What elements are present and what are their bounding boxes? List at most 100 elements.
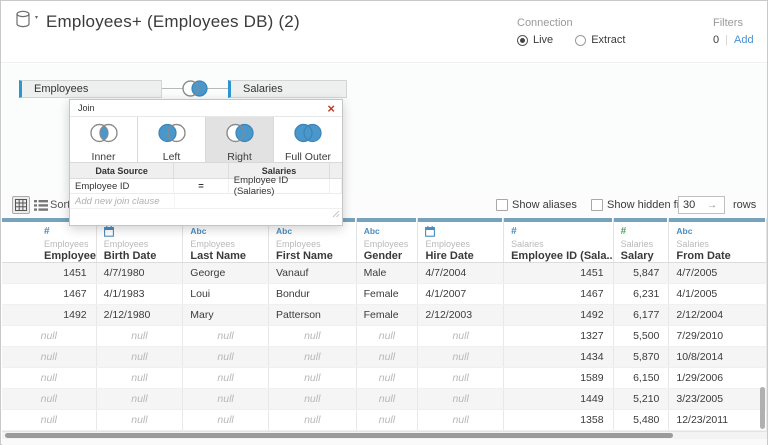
grid-cell[interactable]: null [269, 368, 357, 388]
grid-cell[interactable]: null [97, 347, 184, 367]
grid-cell[interactable]: null [418, 347, 504, 367]
grid-cell[interactable]: Patterson [269, 305, 357, 325]
grid-cell[interactable]: null [357, 347, 419, 367]
grid-cell[interactable]: George [183, 263, 269, 283]
radio-extract-icon[interactable] [575, 34, 587, 46]
grid-cell[interactable]: null [183, 410, 269, 430]
grid-cell[interactable]: 2/12/2003 [418, 305, 505, 325]
grid-cell[interactable]: 6,150 [614, 368, 670, 388]
grid-cell[interactable]: 5,847 [614, 263, 670, 283]
add-join-clause-placeholder[interactable]: Add new join clause [70, 194, 175, 208]
datasource-menu-caret-icon[interactable]: ▾ [35, 14, 38, 21]
grid-cell[interactable]: 1589 [504, 368, 614, 388]
grid-cell[interactable]: 1434 [504, 347, 614, 367]
column-header-employee-id-sala[interactable]: # Salaries Employee ID (Sala... [504, 218, 614, 262]
grid-cell[interactable]: null [183, 326, 269, 346]
grid-cell[interactable]: null [183, 347, 269, 367]
grid-cell[interactable]: null [97, 410, 184, 430]
grid-cell[interactable]: null [2, 389, 97, 409]
grid-cell[interactable]: null [2, 326, 97, 346]
grid-cell[interactable]: 4/1/2005 [669, 284, 767, 304]
grid-cell[interactable]: null [2, 347, 97, 367]
grid-cell[interactable]: 1358 [504, 410, 614, 430]
grid-cell[interactable]: null [357, 368, 419, 388]
canvas-table-salaries[interactable]: Salaries [228, 80, 347, 98]
grid-cell[interactable]: Vanauf [269, 263, 357, 283]
radio-option-extract[interactable]: Extract [575, 34, 625, 46]
grid-cell[interactable]: 1492 [504, 305, 614, 325]
grid-cell[interactable]: 5,480 [614, 410, 670, 430]
grid-cell[interactable]: 6,231 [614, 284, 670, 304]
grid-cell[interactable]: Female [357, 305, 419, 325]
grid-view-button[interactable] [12, 196, 30, 214]
grid-cell[interactable]: 1327 [504, 326, 614, 346]
grid-cell[interactable]: null [269, 389, 357, 409]
grid-cell[interactable]: 1467 [2, 284, 97, 304]
grid-cell[interactable]: 1492 [2, 305, 97, 325]
grid-cell[interactable]: Male [357, 263, 419, 283]
grid-cell[interactable]: 5,500 [614, 326, 670, 346]
grid-cell[interactable]: Loui [183, 284, 269, 304]
join-type-inner[interactable]: Inner [70, 117, 138, 163]
grid-cell[interactable]: 4/7/2005 [669, 263, 767, 283]
grid-cell[interactable]: 4/7/1980 [97, 263, 184, 283]
join-dialog-titlebar[interactable]: Join × [70, 100, 342, 117]
grid-cell[interactable]: 1467 [504, 284, 614, 304]
grid-cell[interactable]: 10/8/2014 [669, 347, 767, 367]
join-type-right[interactable]: Right [206, 117, 274, 163]
grid-cell[interactable]: 5,870 [614, 347, 670, 367]
show-hidden-fields-checkbox[interactable] [591, 199, 603, 211]
grid-cell[interactable]: null [269, 326, 357, 346]
grid-cell[interactable]: null [357, 326, 419, 346]
column-header-gender[interactable]: Abc Employees Gender [356, 218, 419, 262]
grid-cell[interactable]: Female [357, 284, 419, 304]
show-aliases-checkbox[interactable] [496, 199, 508, 211]
canvas-table-employees[interactable]: Employees [19, 80, 162, 98]
grid-cell[interactable]: null [418, 326, 504, 346]
grid-cell[interactable]: 3/23/2005 [669, 389, 767, 409]
grid-cell[interactable]: 12/23/2011 [669, 410, 767, 430]
dialog-resize-grip[interactable] [332, 205, 340, 223]
close-icon[interactable]: × [327, 101, 335, 116]
grid-cell[interactable]: null [418, 389, 504, 409]
clause-operator[interactable]: = [174, 179, 229, 193]
grid-cell[interactable]: null [357, 410, 419, 430]
grid-cell[interactable]: 2/12/2004 [669, 305, 767, 325]
column-header-hire-date[interactable]: Employees Hire Date [418, 218, 505, 262]
clause-left-field[interactable]: Employee ID [70, 179, 175, 193]
grid-cell[interactable]: 5,210 [614, 389, 670, 409]
column-header-salary[interactable]: # Salaries Salary [613, 218, 670, 262]
show-aliases-label[interactable]: Show aliases [512, 199, 577, 211]
grid-cell[interactable]: 4/1/1983 [97, 284, 184, 304]
grid-cell[interactable]: Mary [183, 305, 269, 325]
grid-cell[interactable]: null [418, 368, 504, 388]
grid-cell[interactable]: 2/12/1980 [97, 305, 184, 325]
grid-cell[interactable]: null [269, 347, 357, 367]
horizontal-scrollbar-thumb[interactable] [5, 433, 673, 438]
grid-cell[interactable]: null [97, 368, 184, 388]
rows-count-input[interactable] [679, 199, 707, 211]
grid-cell[interactable]: 7/29/2010 [669, 326, 767, 346]
horizontal-scrollbar[interactable] [2, 431, 767, 439]
grid-cell[interactable]: null [2, 368, 97, 388]
grid-cell[interactable]: Bondur [269, 284, 357, 304]
radio-live-icon[interactable] [517, 34, 528, 46]
grid-cell[interactable]: null [418, 410, 504, 430]
vertical-scrollbar-thumb[interactable] [760, 387, 765, 429]
grid-cell[interactable]: 4/1/2007 [418, 284, 505, 304]
grid-cell[interactable]: 6,177 [614, 305, 670, 325]
grid-cell[interactable]: null [357, 389, 419, 409]
grid-cell[interactable]: null [269, 410, 357, 430]
grid-cell[interactable]: 4/7/2004 [418, 263, 505, 283]
clause-right-field[interactable]: Employee ID (Salaries) [229, 175, 331, 197]
grid-cell[interactable]: null [183, 368, 269, 388]
join-type-full[interactable]: Full Outer [274, 117, 342, 163]
grid-cell[interactable]: null [2, 410, 97, 430]
grid-cell[interactable]: 1451 [2, 263, 97, 283]
column-header-from-date[interactable]: Abc Salaries From Date [669, 218, 767, 262]
filters-add-link[interactable]: Add [734, 34, 754, 46]
grid-cell[interactable]: null [97, 326, 184, 346]
metadata-view-button[interactable] [33, 198, 49, 212]
radio-option-live[interactable]: Live [517, 34, 553, 46]
grid-cell[interactable]: null [97, 389, 184, 409]
